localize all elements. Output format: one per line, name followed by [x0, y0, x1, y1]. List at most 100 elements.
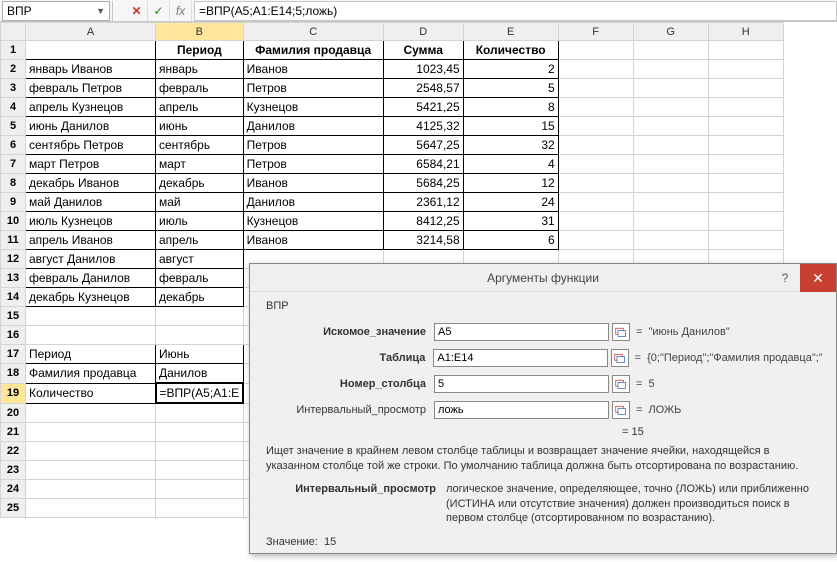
dropdown-icon[interactable]: ▼ — [96, 6, 105, 16]
cell[interactable]: сентябрь Петров — [26, 136, 156, 155]
row-header[interactable]: 22 — [1, 442, 26, 461]
col-header[interactable]: D — [383, 23, 463, 41]
row-header[interactable]: 2 — [1, 60, 26, 79]
row-header[interactable]: 11 — [1, 231, 26, 250]
cell[interactable] — [558, 79, 633, 98]
col-header[interactable]: H — [708, 23, 783, 41]
cell[interactable] — [558, 212, 633, 231]
cell[interactable]: апрель Кузнецов — [26, 98, 156, 117]
cell[interactable] — [156, 403, 244, 423]
cell[interactable]: февраль — [156, 79, 244, 98]
cell[interactable]: август — [156, 250, 244, 269]
cell[interactable]: Кузнецов — [243, 212, 383, 231]
cell[interactable] — [26, 480, 156, 499]
cell[interactable] — [558, 117, 633, 136]
row-header[interactable]: 15 — [1, 307, 26, 326]
cell[interactable]: май Данилов — [26, 193, 156, 212]
cell[interactable] — [708, 79, 783, 98]
cell[interactable]: январь Иванов — [26, 60, 156, 79]
cell[interactable]: Фамилия продавца — [243, 41, 383, 60]
cell[interactable]: 8412,25 — [383, 212, 463, 231]
row-header[interactable]: 7 — [1, 155, 26, 174]
cancel-icon[interactable]: ✕ — [126, 1, 148, 21]
cell[interactable]: март — [156, 155, 244, 174]
cell[interactable]: Данилов — [243, 193, 383, 212]
cell[interactable]: Петров — [243, 136, 383, 155]
cell[interactable]: февраль Петров — [26, 79, 156, 98]
cell[interactable]: апрель Иванов — [26, 231, 156, 250]
cell[interactable]: август Данилов — [26, 250, 156, 269]
cell[interactable]: Петров — [243, 79, 383, 98]
row-header[interactable]: 6 — [1, 136, 26, 155]
cell[interactable]: 2548,57 — [383, 79, 463, 98]
cell[interactable]: Период — [26, 345, 156, 364]
row-header[interactable]: 21 — [1, 423, 26, 442]
cell[interactable]: декабрь Иванов — [26, 174, 156, 193]
col-header[interactable]: A — [26, 23, 156, 41]
cell[interactable] — [708, 155, 783, 174]
cell[interactable]: апрель — [156, 98, 244, 117]
cell[interactable] — [633, 60, 708, 79]
cell[interactable] — [156, 480, 244, 499]
row-header[interactable]: 18 — [1, 364, 26, 384]
cell[interactable]: Июнь — [156, 345, 244, 364]
col-header[interactable]: G — [633, 23, 708, 41]
cell[interactable] — [156, 423, 244, 442]
cell[interactable] — [26, 461, 156, 480]
cell[interactable]: 8 — [463, 98, 558, 117]
arg-input[interactable] — [434, 375, 609, 393]
cell[interactable] — [558, 174, 633, 193]
cell[interactable]: 6584,21 — [383, 155, 463, 174]
cell[interactable]: Период — [156, 41, 244, 60]
cell[interactable] — [558, 41, 633, 60]
cell[interactable] — [26, 403, 156, 423]
cell[interactable]: Иванов — [243, 231, 383, 250]
cell[interactable] — [633, 41, 708, 60]
cell[interactable]: 15 — [463, 117, 558, 136]
arg-input[interactable] — [433, 349, 607, 367]
col-header[interactable]: F — [558, 23, 633, 41]
formula-input[interactable]: =ВПР(A5;A1:E14;5;ложь) — [194, 1, 837, 21]
cell[interactable] — [26, 326, 156, 345]
cell[interactable]: январь — [156, 60, 244, 79]
help-button[interactable]: ? — [770, 264, 800, 292]
cell[interactable] — [708, 174, 783, 193]
cell[interactable]: 32 — [463, 136, 558, 155]
cell[interactable]: 5684,25 — [383, 174, 463, 193]
cell[interactable]: 6 — [463, 231, 558, 250]
col-header[interactable]: B — [156, 23, 244, 41]
cell[interactable] — [708, 41, 783, 60]
cell[interactable]: 5421,25 — [383, 98, 463, 117]
cell[interactable]: Кузнецов — [243, 98, 383, 117]
row-header[interactable]: 3 — [1, 79, 26, 98]
row-header[interactable]: 14 — [1, 288, 26, 307]
row-header[interactable]: 13 — [1, 269, 26, 288]
cell[interactable] — [156, 442, 244, 461]
dialog-titlebar[interactable]: Аргументы функции ? ✕ — [250, 264, 836, 292]
cell[interactable] — [26, 499, 156, 518]
cell[interactable]: июнь — [156, 117, 244, 136]
cell[interactable]: Фамилия продавца — [26, 364, 156, 384]
cell[interactable]: март Петров — [26, 155, 156, 174]
cell[interactable] — [156, 499, 244, 518]
row-header[interactable]: 24 — [1, 480, 26, 499]
cell[interactable]: апрель — [156, 231, 244, 250]
cell[interactable]: 4 — [463, 155, 558, 174]
row-header[interactable]: 16 — [1, 326, 26, 345]
cell[interactable]: 12 — [463, 174, 558, 193]
name-box[interactable]: ВПР ▼ — [2, 1, 110, 21]
cell[interactable]: 4125,32 — [383, 117, 463, 136]
cell[interactable] — [633, 193, 708, 212]
cell[interactable]: 2 — [463, 60, 558, 79]
accept-icon[interactable]: ✓ — [148, 1, 170, 21]
cell[interactable] — [633, 212, 708, 231]
col-header[interactable]: C — [243, 23, 383, 41]
cell[interactable] — [708, 98, 783, 117]
cell[interactable]: сентябрь — [156, 136, 244, 155]
cell[interactable] — [156, 461, 244, 480]
cell[interactable]: 1023,45 — [383, 60, 463, 79]
cell[interactable] — [558, 98, 633, 117]
cell[interactable]: 3214,58 — [383, 231, 463, 250]
cell[interactable]: декабрь — [156, 288, 244, 307]
row-header[interactable]: 17 — [1, 345, 26, 364]
